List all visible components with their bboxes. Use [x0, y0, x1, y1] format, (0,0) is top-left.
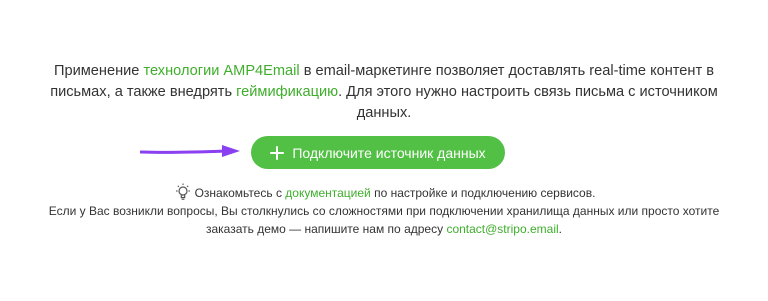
contact-email-link[interactable]: contact@stripo.email [446, 222, 558, 236]
gamification-link[interactable]: геймификацию [236, 84, 338, 100]
notes-text-part: Ознакомьтесь с [194, 186, 286, 200]
notes-line-docs: Ознакомьтесь с документацией по настройк… [34, 183, 734, 202]
documentation-link[interactable]: документацией [285, 186, 370, 200]
arrow-right-icon [140, 145, 240, 157]
connect-data-source-button[interactable]: Подключите источник данных [251, 136, 505, 169]
connect-data-source-label: Подключите источник данных [292, 144, 486, 161]
notes-text: Ознакомьтесь с документацией по настройк… [34, 183, 734, 238]
intro-text: Применение технологии AMP4Email в email-… [34, 61, 734, 124]
lightbulb-icon [175, 183, 190, 200]
notes-text-part: . [558, 222, 563, 236]
notes-text-part: по настройке и подключению сервисов. [370, 186, 596, 200]
amp4email-link[interactable]: технологии AMP4Email [143, 63, 299, 79]
notes-line-contact: Если у Вас возникли вопросы, Вы столкнул… [34, 202, 734, 238]
intro-text-part: . Для этого нужно настроить связь письма… [338, 84, 718, 121]
intro-text-part: Применение [54, 63, 144, 79]
notes-text-part: Если у Вас возникли вопросы, Вы столкнул… [48, 204, 720, 236]
plus-icon [270, 145, 285, 160]
